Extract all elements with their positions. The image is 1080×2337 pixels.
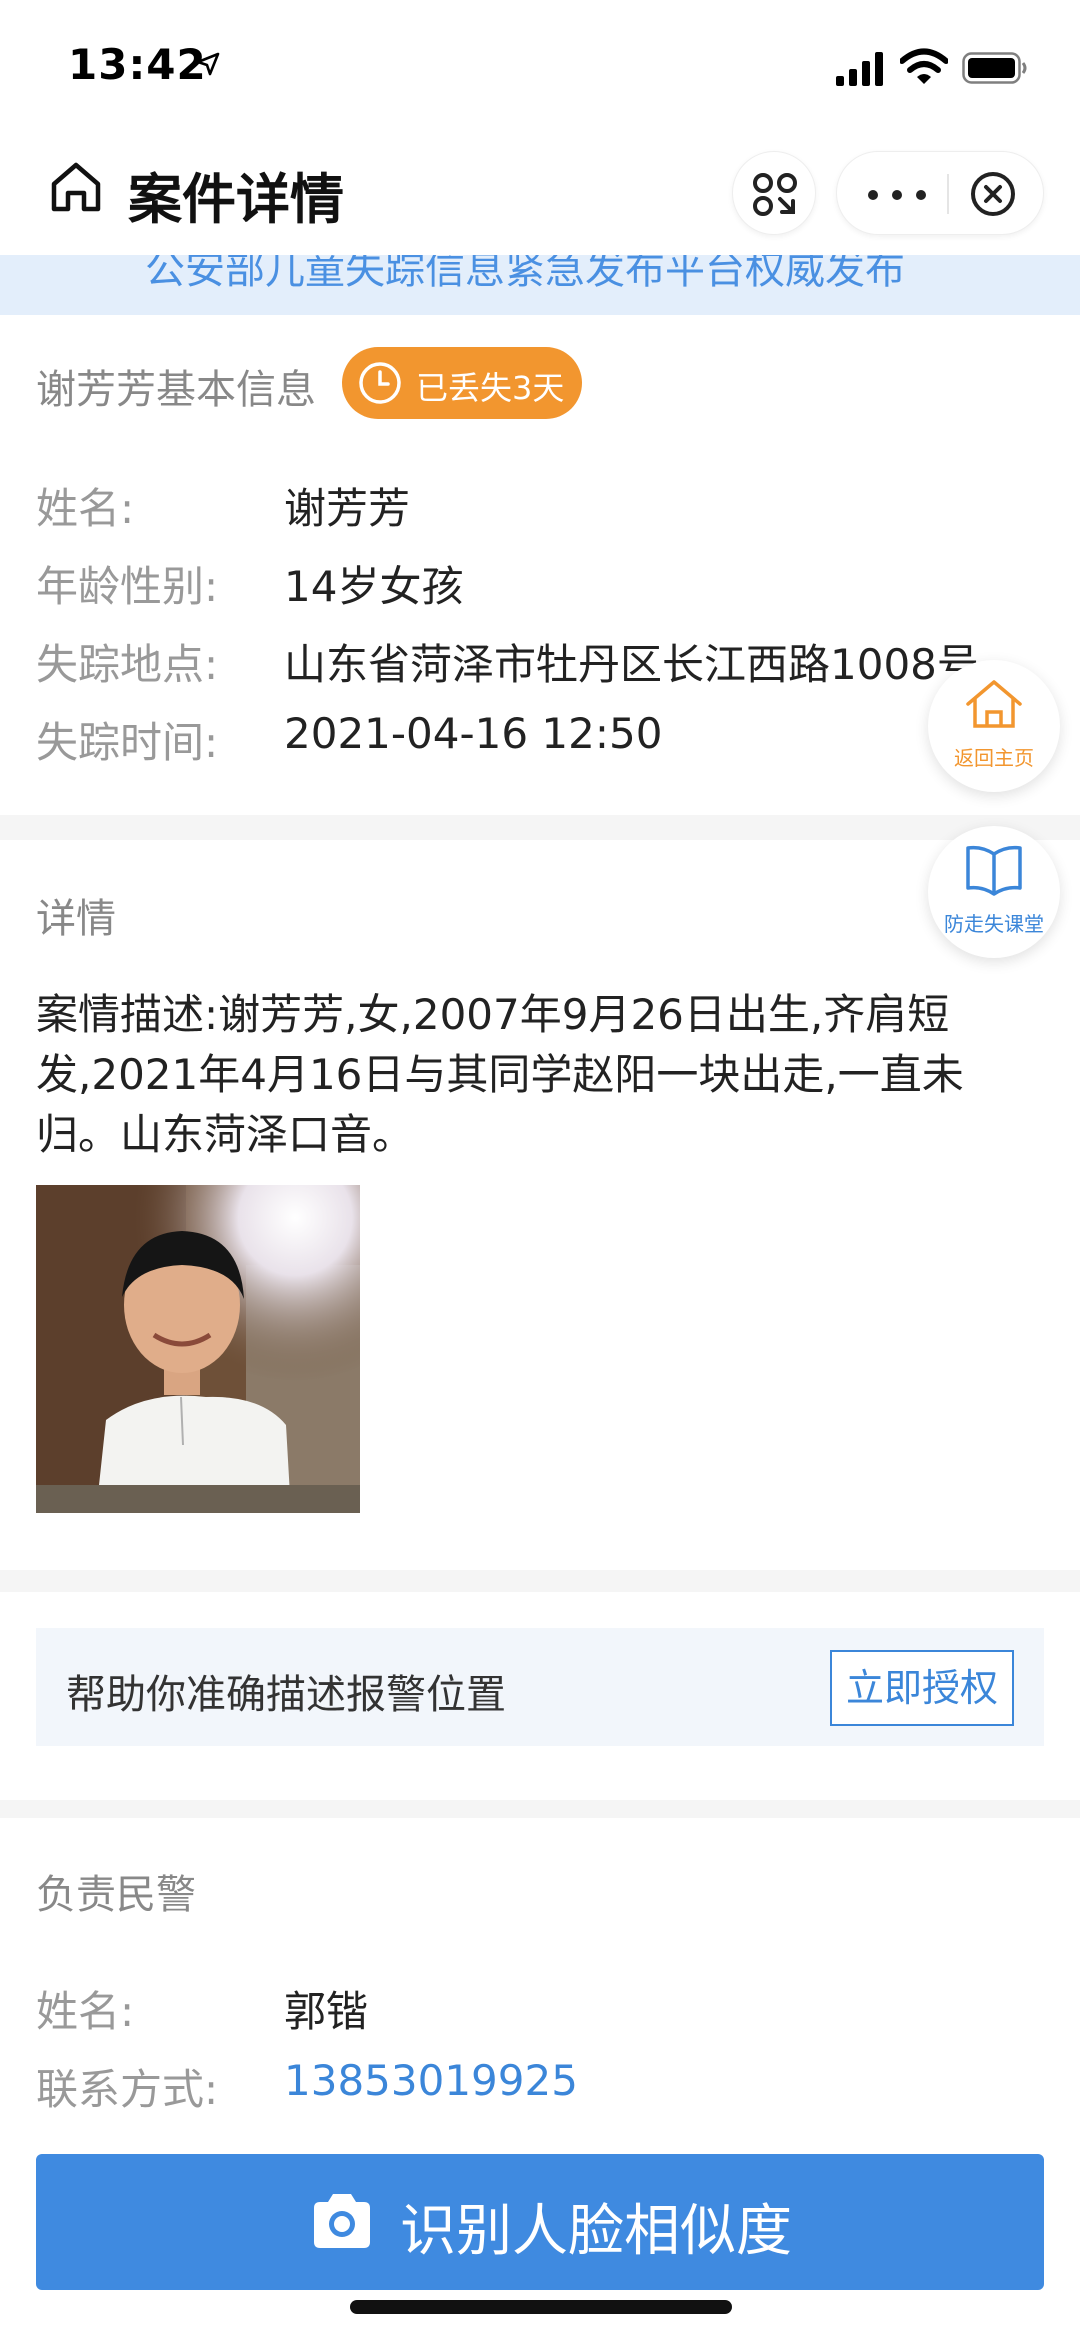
case-description: 案情描述:谢芳芳,女,2007年9月26日出生,齐肩短发,2021年4月16日与… [36,990,964,1159]
home-outline-icon [966,680,1022,728]
capsule-divider [947,174,949,214]
float-class-button[interactable]: 防走失课堂 [928,826,1060,958]
police-value: 郭锴 [284,1987,369,2036]
nav-bar: 案件详情 [0,135,1080,255]
police-label: 联系方式: [36,2065,219,2114]
police-label: 姓名: [36,1987,135,2036]
info-label: 姓名: [36,484,135,533]
detail-section: 详情 案情描述:谢芳芳,女,2007年9月26日出生,齐肩短发,2021年4月1… [0,840,1080,1570]
info-value: 2021-04-16 12:50 [284,709,663,758]
camera-icon [314,2194,370,2248]
status-time: 13:42 [68,40,207,89]
location-auth-box: 帮助你准确描述报警位置 立即授权 [36,1628,1044,1746]
info-row-time: 失踪时间: 2021-04-16 12:50 [36,709,1036,779]
info-value: 山东省菏泽市牡丹区长江西路1008号 [284,640,979,689]
missing-person-photo[interactable] [36,1185,360,1513]
authority-banner: 公安部儿童失踪信息紧急发布平台权威发布 [0,255,1080,315]
page-title: 案件详情 [128,168,344,231]
missing-days-badge: 已丢失3天 [342,347,582,419]
police-row-name: 姓名: 郭锴 [36,1978,1036,2048]
badge-text: 已丢失3天 [416,369,565,407]
photo-image [36,1185,360,1513]
info-row-name: 姓名: 谢芳芳 [36,475,1036,545]
face-button-label: 识别人脸相似度 [400,2199,792,2264]
status-bar: 13:42 [0,0,1080,135]
detail-title: 详情 [36,896,116,942]
banner-text: 公安部儿童失踪信息紧急发布平台权威发布 [145,255,905,293]
clock-icon [359,362,401,404]
info-row-age-gender: 年龄性别: 14岁女孩 [36,553,1036,623]
home-icon[interactable] [46,157,106,217]
face-similarity-button[interactable]: 识别人脸相似度 [36,2154,1044,2290]
location-arrow-icon [196,52,220,76]
info-label: 失踪地点: [36,640,219,689]
police-phone-link[interactable]: 13853019925 [284,2056,578,2105]
scan-icon [753,173,797,216]
authorize-button[interactable]: 立即授权 [830,1650,1014,1726]
info-value: 14岁女孩 [284,562,464,611]
basic-info-section: 谢芳芳基本信息 已丢失3天 姓名: 谢芳芳 年龄性别: 14岁女孩 失踪地点: … [0,315,1080,815]
info-row-location: 失踪地点: 山东省菏泽市牡丹区长江西路1008号 [36,631,1036,701]
info-label: 失踪时间: [36,718,219,767]
location-auth-section: 帮助你准确描述报警位置 立即授权 [0,1592,1080,1800]
cellular-signal-icon [836,52,883,86]
battery-icon [962,52,1027,84]
book-icon [966,845,1022,896]
mini-program-capsule [836,151,1044,235]
location-auth-text: 帮助你准确描述报警位置 [66,1672,506,1718]
close-icon[interactable] [969,170,1017,218]
float-home-label: 返回主页 [954,746,1034,770]
float-class-label: 防走失课堂 [944,912,1044,936]
float-home-button[interactable]: 返回主页 [928,660,1060,792]
more-icon[interactable] [867,190,927,200]
info-label: 年龄性别: [36,562,219,611]
home-indicator [350,2300,732,2314]
police-row-contact: 联系方式: 13853019925 [36,2056,1036,2126]
basic-info-title: 谢芳芳基本信息 [36,367,316,413]
scan-button[interactable] [732,151,816,235]
wifi-icon [900,48,948,84]
info-value: 谢芳芳 [284,484,411,533]
police-title: 负责民警 [36,1872,196,1918]
